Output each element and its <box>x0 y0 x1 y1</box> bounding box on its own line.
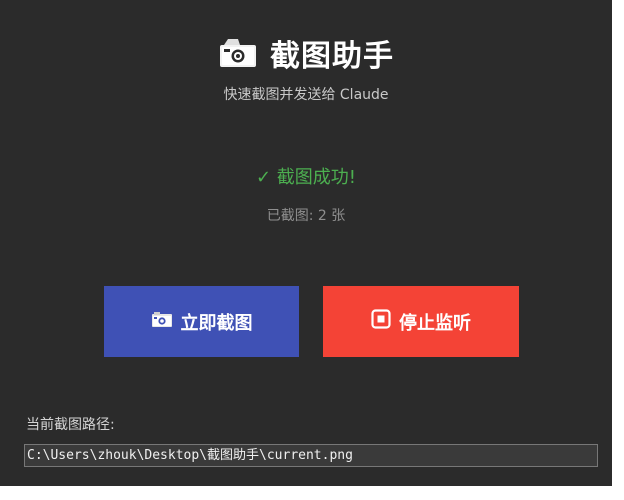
title-row: 截图助手 <box>0 28 612 78</box>
camera-icon <box>151 310 173 333</box>
screenshot-count: 已截图: 2 张 <box>266 208 346 224</box>
capture-now-button[interactable]: 立即截图 <box>104 286 299 357</box>
stop-listening-button[interactable]: 停止监听 <box>323 286 519 357</box>
stop-icon <box>371 309 391 334</box>
stop-listening-label: 停止监听 <box>399 312 471 334</box>
header: 截图助手 快速截图并发送给 Claude <box>0 28 612 104</box>
capture-now-label: 立即截图 <box>180 312 253 334</box>
path-label: 当前截图路径: <box>26 417 115 433</box>
app-title: 截图助手 <box>270 39 394 74</box>
camera-icon <box>218 37 258 69</box>
app-subtitle: 快速截图并发送给 Claude <box>223 87 389 103</box>
status-message: ✓ 截图成功! <box>255 167 357 188</box>
app-window: 截图助手 快速截图并发送给 Claude ✓ 截图成功! 已截图: 2 张 立即… <box>0 0 612 486</box>
screenshot-path-field[interactable]: C:\Users\zhouk\Desktop\截图助手\current.png <box>24 444 598 467</box>
